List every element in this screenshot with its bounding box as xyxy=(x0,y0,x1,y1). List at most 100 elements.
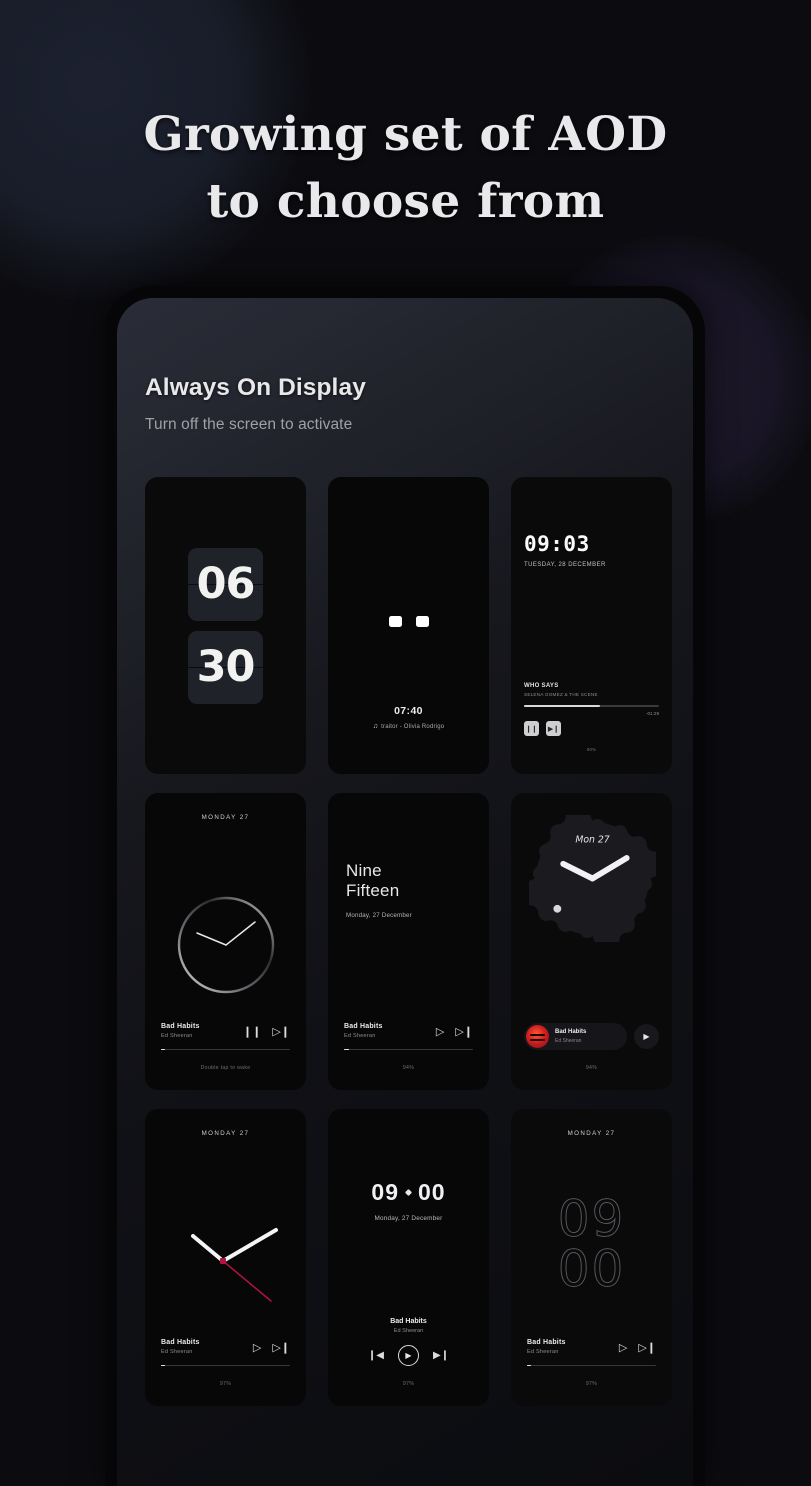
flip-hours-value: 06 xyxy=(196,558,256,609)
scalloped-battery: 94% xyxy=(585,1065,598,1071)
aod-card-ring-analog[interactable]: MONDAY 27 Bad Habits Ed Sheeran ❙❙ ▷❙ Do… xyxy=(145,793,306,1090)
aod-card-digital-player[interactable]: 09:03 TUESDAY, 28 DECEMBER WHO SAYS SELE… xyxy=(511,477,672,774)
word-mini-player: Bad Habits Ed Sheeran ▷ ▷❙ xyxy=(344,1023,473,1050)
scalloped-song-title: Bad Habits xyxy=(555,1028,587,1035)
previous-track-icon[interactable]: ❙◀ xyxy=(368,1350,384,1361)
word-clock-hour: Nine xyxy=(346,861,382,880)
page-title: Growing set of AOD to choose from xyxy=(0,102,811,235)
centered-minute: 00 xyxy=(418,1179,446,1205)
pause-icon[interactable]: ❙❙ xyxy=(524,721,539,736)
flip-tile-minutes: 30 xyxy=(188,630,263,704)
outline-minute: 00 xyxy=(557,1240,626,1298)
outline-hour: 09 xyxy=(557,1190,626,1248)
big-hands-song-title: Bad Habits xyxy=(161,1338,200,1346)
outline-mini-player: Bad Habits Ed Sheeran ▷ ▷❙ xyxy=(527,1339,656,1366)
dot-square-right xyxy=(415,616,429,627)
outline-progress-bar[interactable] xyxy=(527,1364,656,1366)
play-icon[interactable]: ▷ xyxy=(436,1026,444,1038)
centered-date: Monday, 27 December xyxy=(374,1215,443,1222)
scalloped-artist: Ed Sheeran xyxy=(555,1037,582,1044)
big-hands-progress-bar[interactable] xyxy=(161,1364,290,1366)
scalloped-clock-face: Mon 27 xyxy=(529,815,656,942)
centered-artist: Ed Sheeran xyxy=(393,1328,424,1334)
outline-song-title: Bad Habits xyxy=(527,1338,566,1346)
big-hands-artist: Ed Sheeran xyxy=(161,1348,193,1355)
ring-song-title: Bad Habits xyxy=(161,1022,200,1030)
word-artist: Ed Sheeran xyxy=(344,1032,376,1039)
album-art xyxy=(526,1025,549,1048)
word-battery: 94% xyxy=(402,1065,415,1071)
centered-song-title: Bad Habits xyxy=(390,1318,427,1325)
centered-hour: 09 xyxy=(371,1179,399,1205)
play-icon[interactable]: ▶ xyxy=(398,1345,419,1366)
outline-clock-face: 09 00 xyxy=(511,1190,672,1298)
word-clock-face: Nine Fifteen Monday, 27 December xyxy=(346,861,412,919)
aod-card-scalloped-analog[interactable]: Mon 27 Bad Habits Ed Sheeran ▶ 94% xyxy=(511,793,672,1090)
digital-battery: 90% xyxy=(586,747,597,752)
outline-battery: 97% xyxy=(585,1381,598,1387)
phone-mockup: Always On Display Turn off the screen to… xyxy=(105,286,705,1486)
app-title: Always On Display xyxy=(145,374,366,401)
headline-line-1: Growing set of AOD xyxy=(143,107,668,162)
outline-day-label: MONDAY 27 xyxy=(567,1130,616,1137)
ring-mini-player: Bad Habits Ed Sheeran ❙❙ ▷❙ xyxy=(161,1023,290,1050)
word-clock-date: Monday, 27 December xyxy=(346,912,412,920)
ring-analog-clock-face xyxy=(177,896,275,994)
word-song-title: Bad Habits xyxy=(344,1022,383,1030)
word-progress-bar[interactable] xyxy=(344,1048,473,1050)
play-icon[interactable]: ▷ xyxy=(619,1342,627,1354)
outline-artist: Ed Sheeran xyxy=(527,1348,559,1355)
flip-tile-hours: 06 xyxy=(188,547,263,621)
aod-card-outline-digits[interactable]: MONDAY 27 09 00 Bad Habits Ed Sheeran ▷ … xyxy=(511,1109,672,1406)
aod-card-flip-clock[interactable]: 06 30 xyxy=(145,477,306,774)
dot-square-left xyxy=(388,616,402,627)
aod-card-word-clock[interactable]: Nine Fifteen Monday, 27 December Bad Hab… xyxy=(328,793,489,1090)
word-clock-minute: Fifteen xyxy=(346,881,400,901)
big-hands-battery: 97% xyxy=(219,1381,232,1387)
diamond-separator-icon xyxy=(404,1188,413,1197)
digital-artist: SELENA GOMEZ & THE SCENE xyxy=(524,692,598,697)
next-track-icon[interactable]: ▷❙ xyxy=(272,1342,290,1354)
pause-icon[interactable]: ❙❙ xyxy=(243,1026,261,1038)
dot-clock-face xyxy=(328,616,489,627)
digital-progress-bar[interactable] xyxy=(524,705,659,707)
aod-card-big-hands[interactable]: MONDAY 27 Bad Habits Ed Sheeran ▷ ▷❙ 97% xyxy=(145,1109,306,1406)
dots-track-label: traitor - Olivia Rodrigo xyxy=(381,723,445,730)
aod-card-minimal-dots[interactable]: 07:40 ♫ traitor - Olivia Rodrigo xyxy=(328,477,489,774)
music-note-icon: ♫ xyxy=(372,723,379,730)
phone-screen: Always On Display Turn off the screen to… xyxy=(117,298,693,1486)
big-hands-mini-player: Bad Habits Ed Sheeran ▷ ▷❙ xyxy=(161,1339,290,1366)
next-track-icon[interactable]: ▷❙ xyxy=(455,1026,473,1038)
aod-card-centered-digital[interactable]: 09 00 Monday, 27 December Bad Habits Ed … xyxy=(328,1109,489,1406)
dots-track-row: ♫ traitor - Olivia Rodrigo xyxy=(328,723,489,730)
digital-time-remaining: -01:29 xyxy=(645,711,659,716)
ring-artist: Ed Sheeran xyxy=(161,1032,193,1039)
dots-footer: 07:40 ♫ traitor - Olivia Rodrigo xyxy=(328,705,489,730)
next-track-icon[interactable]: ▷❙ xyxy=(638,1342,656,1354)
scalloped-player: Bad Habits Ed Sheeran ▶ xyxy=(524,1023,659,1050)
digital-date: TUESDAY, 28 DECEMBER xyxy=(524,562,606,568)
next-track-icon[interactable]: ▷❙ xyxy=(272,1026,290,1038)
app-subtitle: Turn off the screen to activate xyxy=(145,416,353,433)
digital-time: 09:03 xyxy=(524,532,590,556)
digital-controls: ❙❙ ▶❙ xyxy=(524,721,659,736)
ring-day-label: MONDAY 27 xyxy=(201,814,250,821)
flip-clock-face: 06 30 xyxy=(145,477,306,774)
digital-song-title: WHO SAYS xyxy=(524,683,559,689)
next-track-icon[interactable]: ▶❙ xyxy=(546,721,561,736)
play-icon[interactable]: ▶ xyxy=(634,1024,659,1049)
scalloped-track-pill[interactable]: Bad Habits Ed Sheeran xyxy=(524,1023,627,1050)
next-track-icon[interactable]: ▶❙ xyxy=(433,1350,449,1361)
play-icon[interactable]: ▷ xyxy=(253,1342,261,1354)
ring-footer-hint: Double tap to wake xyxy=(200,1065,251,1071)
centered-player: Bad Habits Ed Sheeran ❙◀ ▶ ▶❙ xyxy=(328,1318,489,1366)
centered-battery: 97% xyxy=(402,1381,415,1387)
digital-clock-block: 09:03 TUESDAY, 28 DECEMBER xyxy=(524,532,606,569)
ring-progress-bar[interactable] xyxy=(161,1048,290,1050)
dots-time: 07:40 xyxy=(394,705,423,717)
aod-grid: 06 30 07:40 ♫ traitor - Olivia Rodrigo 0… xyxy=(145,477,672,1406)
digital-player-block: WHO SAYS SELENA GOMEZ & THE SCENE -01:29… xyxy=(524,683,659,736)
headline-line-2: to choose from xyxy=(206,173,605,229)
scalloped-day-label: Mon 27 xyxy=(575,834,609,845)
centered-clock-face: 09 00 Monday, 27 December xyxy=(328,1179,489,1222)
